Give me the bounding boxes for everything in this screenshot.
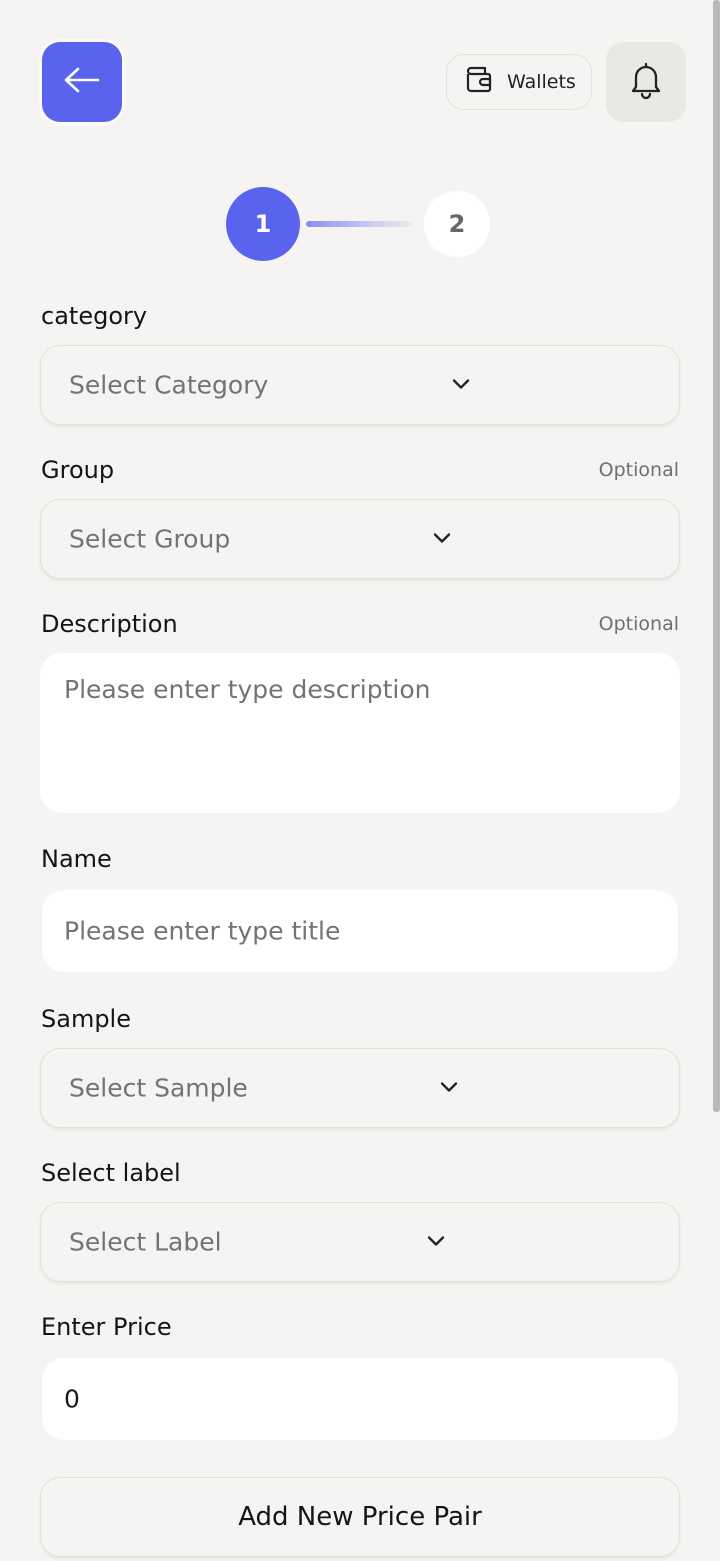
group-select[interactable]: Select Group (40, 499, 680, 579)
bell-icon (628, 60, 664, 104)
chevron-down-icon (451, 376, 471, 395)
step-progress-line (306, 221, 412, 227)
label-select[interactable]: Select Label (40, 1202, 680, 1282)
group-optional-label: Optional (598, 459, 679, 481)
notifications-button[interactable] (606, 42, 686, 122)
sample-label: Sample (41, 1005, 131, 1033)
wallet-icon (463, 65, 493, 100)
name-label: Name (41, 845, 112, 873)
description-optional-label: Optional (598, 613, 679, 635)
description-textarea[interactable]: Please enter type description (40, 653, 680, 813)
category-placeholder: Select Category (69, 370, 269, 400)
step-2-indicator: 2 (424, 191, 490, 257)
arrow-left-icon (62, 65, 102, 99)
back-button[interactable] (42, 42, 122, 122)
add-price-pair-button[interactable]: Add New Price Pair (40, 1477, 680, 1557)
chevron-down-icon (439, 1079, 459, 1098)
select-label-label: Select label (41, 1159, 181, 1187)
price-input[interactable]: 0 (42, 1358, 678, 1440)
step-1-indicator: 1 (226, 187, 300, 261)
description-placeholder: Please enter type description (64, 675, 431, 704)
chevron-down-icon (426, 1233, 446, 1252)
group-label: Group (41, 456, 115, 484)
sample-placeholder: Select Sample (69, 1073, 248, 1103)
name-placeholder: Please enter type title (64, 916, 341, 946)
label-placeholder: Select Label (69, 1227, 222, 1257)
price-label: Enter Price (41, 1313, 172, 1341)
chevron-down-icon (432, 530, 452, 549)
price-value: 0 (64, 1384, 80, 1414)
group-placeholder: Select Group (69, 524, 231, 554)
category-select[interactable]: Select Category (40, 345, 680, 425)
wallets-label: Wallets (507, 71, 576, 93)
description-label: Description (41, 610, 178, 638)
scrollbar[interactable] (713, 0, 720, 1112)
sample-select[interactable]: Select Sample (40, 1048, 680, 1128)
category-label: category (41, 302, 148, 330)
wallets-button[interactable]: Wallets (446, 54, 592, 110)
name-input[interactable]: Please enter type title (42, 890, 678, 972)
